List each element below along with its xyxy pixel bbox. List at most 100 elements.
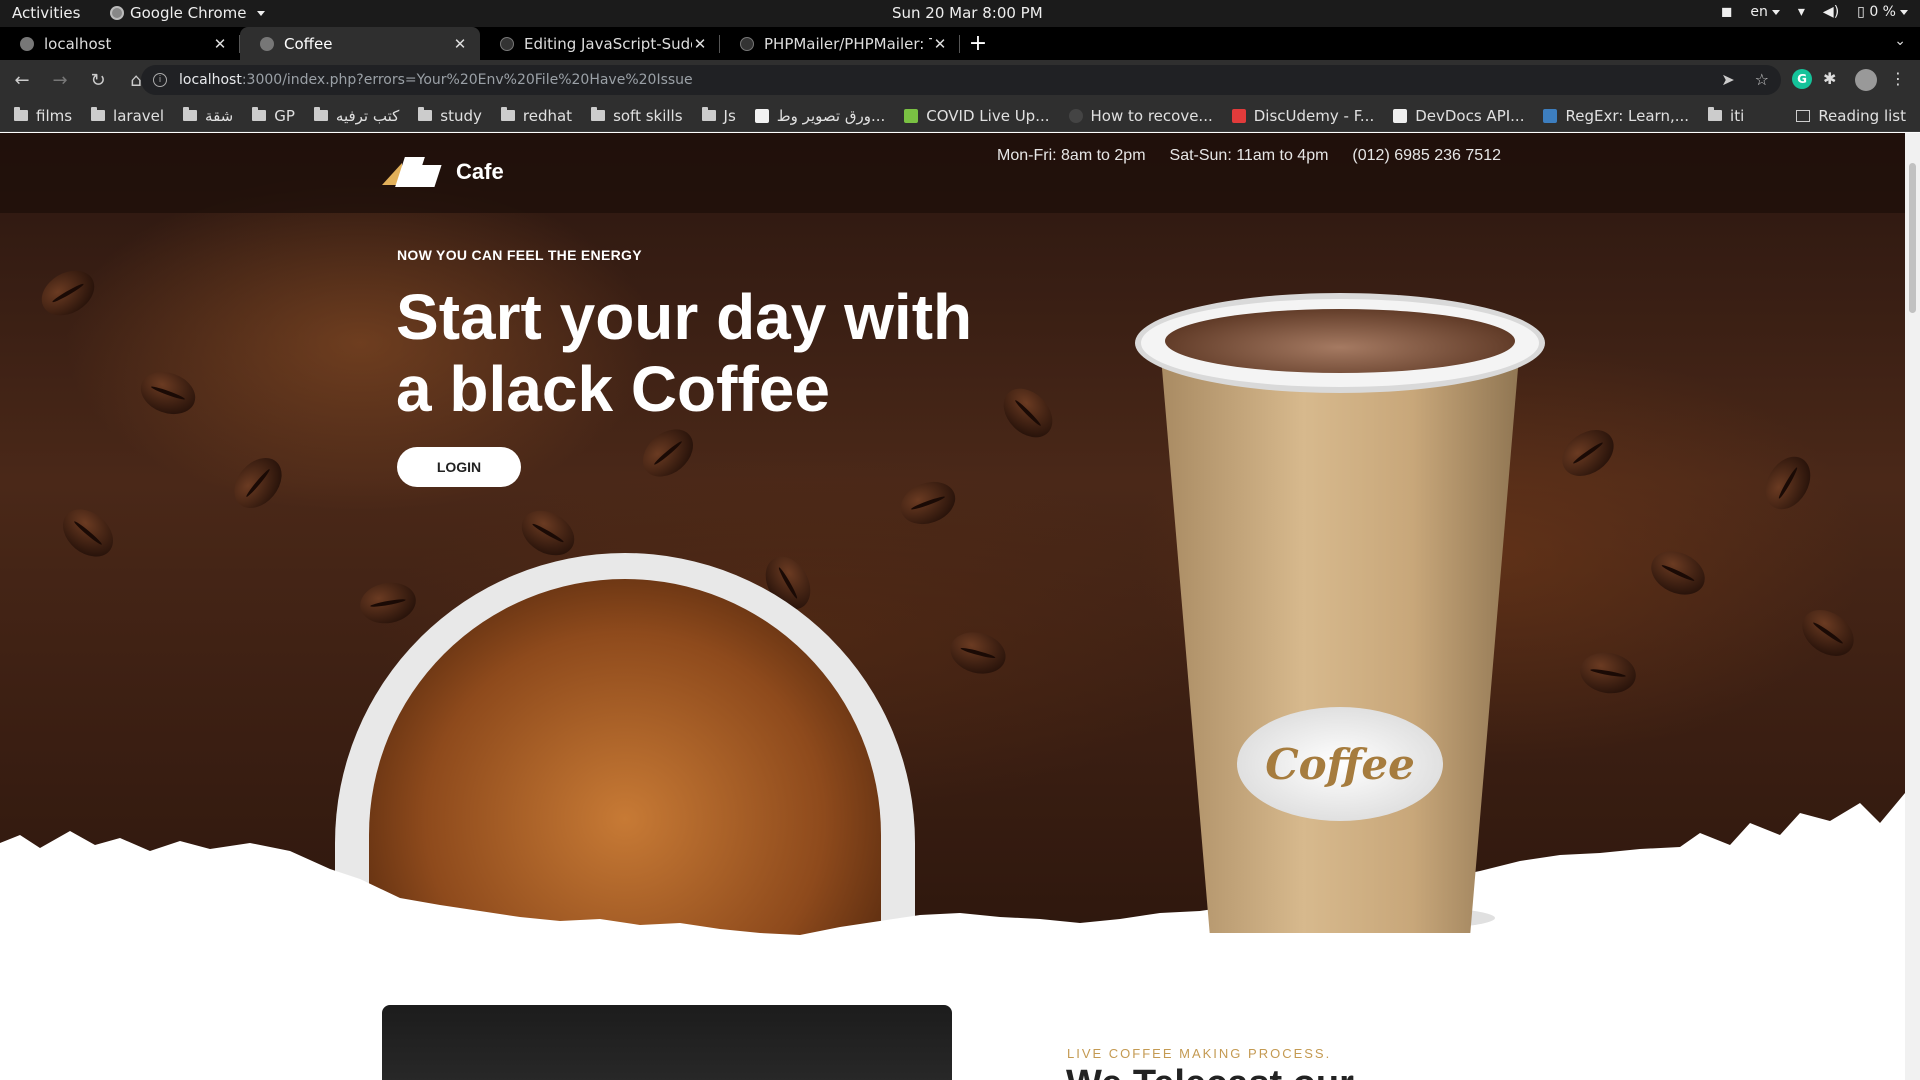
tab-title: PHPMailer/PHPMailer: Th bbox=[764, 34, 932, 53]
bookmark-iti[interactable]: iti bbox=[1708, 107, 1744, 125]
bookmark-soft-skills[interactable]: soft skills bbox=[591, 107, 683, 125]
extensions-icon[interactable]: ✱ bbox=[1823, 69, 1836, 88]
folder-icon bbox=[591, 107, 606, 121]
close-icon[interactable]: ✕ bbox=[932, 35, 948, 53]
coffee-bean-image bbox=[1553, 420, 1623, 486]
header-info: Mon-Fri: 8am to 2pm Sat-Sun: 11am to 4pm… bbox=[997, 147, 1501, 165]
reload-icon[interactable]: ↻ bbox=[82, 64, 114, 96]
regexr-icon bbox=[1543, 108, 1558, 123]
bookmark-js[interactable]: Js bbox=[701, 107, 736, 125]
amazon-icon bbox=[754, 108, 769, 123]
hero-headline: Start your day with a black Coffee bbox=[396, 281, 1096, 425]
bookmark-how-to-recover[interactable]: How to recove... bbox=[1068, 107, 1213, 125]
hours-weekdays: Mon-Fri: 8am to 2pm bbox=[997, 147, 1146, 164]
logo-text: Cafe bbox=[456, 159, 504, 184]
coffee-bean-image bbox=[633, 419, 703, 487]
coffee-bean-image bbox=[513, 501, 583, 565]
tab-title: localhost bbox=[44, 34, 112, 53]
bookmark-devdocs[interactable]: DevDocs API... bbox=[1393, 107, 1524, 125]
chevron-down-icon bbox=[1771, 9, 1780, 15]
tab-search-icon[interactable]: ⌄ bbox=[1894, 33, 1906, 49]
tab-editing-javascript-sudoku[interactable]: Editing JavaScript-Sudoku ✕ bbox=[480, 27, 720, 60]
wifi-icon: ▾ bbox=[1797, 4, 1805, 20]
headline-line-2: a black Coffee bbox=[396, 353, 830, 425]
bookmark-study[interactable]: study bbox=[418, 107, 482, 125]
back-icon[interactable]: ← bbox=[6, 64, 38, 96]
video-thumbnail[interactable] bbox=[382, 1005, 952, 1080]
bookmark-laravel[interactable]: laravel bbox=[91, 107, 164, 125]
site-logo[interactable]: Cafe bbox=[382, 157, 504, 187]
folder-icon bbox=[500, 107, 515, 121]
star-icon[interactable]: ☆ bbox=[1755, 70, 1769, 89]
chevron-down-icon bbox=[1900, 9, 1908, 15]
app-name: Google Chrome bbox=[130, 4, 247, 22]
chrome-icon bbox=[110, 6, 124, 20]
battery-icon: ▯ bbox=[1857, 4, 1865, 20]
tab-localhost[interactable]: localhost ✕ bbox=[0, 27, 240, 60]
covid-icon bbox=[904, 108, 919, 123]
bookmark-covid-live[interactable]: COVID Live Up... bbox=[904, 107, 1050, 125]
bookmark-printing-paper[interactable]: ورق تصوير وط... bbox=[754, 107, 885, 125]
torn-paper-divider bbox=[0, 793, 1905, 1013]
bookmark-discudemy[interactable]: DiscUdemy - F... bbox=[1231, 107, 1374, 125]
bookmark-redhat[interactable]: redhat bbox=[500, 107, 572, 125]
bookmark-gp[interactable]: GP bbox=[252, 107, 295, 125]
tab-phpmailer[interactable]: PHPMailer/PHPMailer: Th ✕ bbox=[720, 27, 960, 60]
folder-icon bbox=[1708, 107, 1723, 121]
activities-button[interactable]: Activities bbox=[12, 4, 80, 22]
tab-title: Editing JavaScript-Sudoku bbox=[524, 34, 692, 53]
github-icon bbox=[500, 36, 514, 51]
coffee-bean-image bbox=[945, 626, 1011, 680]
coffee-bean-image bbox=[1756, 448, 1820, 518]
bookmark-fun-books[interactable]: كتب ترفيه bbox=[313, 107, 399, 125]
coffee-cup-image: Coffee bbox=[1135, 293, 1545, 933]
grammarly-icon[interactable]: G bbox=[1792, 69, 1812, 89]
tab-coffee[interactable]: Coffee ✕ bbox=[240, 27, 480, 60]
language-indicator[interactable]: en bbox=[1750, 4, 1780, 20]
profile-avatar[interactable] bbox=[1855, 69, 1877, 91]
folder-icon bbox=[183, 107, 198, 121]
info-icon[interactable]: i bbox=[153, 73, 167, 87]
discudemy-icon bbox=[1231, 108, 1246, 123]
bookmark-regexr[interactable]: RegExr: Learn,... bbox=[1543, 107, 1689, 125]
gamepad-icon: ◼ bbox=[1720, 4, 1733, 20]
system-tray[interactable]: ◼ en ▾ ◀) ▯ 0 % bbox=[1721, 4, 1908, 20]
globe-icon bbox=[20, 36, 34, 51]
close-icon[interactable]: ✕ bbox=[452, 35, 468, 53]
coffee-bean-image bbox=[1644, 543, 1712, 603]
folder-icon bbox=[252, 107, 267, 121]
tab-strip: localhost ✕ Coffee ✕ Editing JavaScript-… bbox=[0, 27, 1920, 60]
folder-icon bbox=[14, 107, 28, 121]
app-menu[interactable]: Google Chrome bbox=[110, 4, 265, 22]
new-tab-button[interactable]: + bbox=[960, 27, 996, 60]
cup-coffee-surface bbox=[1165, 309, 1515, 373]
page-scrollbar[interactable] bbox=[1905, 133, 1920, 1080]
page-viewport: Coffee Cafe Mon-Fri: 8am to 2pm Sat-Sun:… bbox=[0, 133, 1905, 1080]
browser-toolbar: ← → ↻ ⌂ i localhost:3000/index.php?error… bbox=[0, 60, 1920, 100]
headline-line-1: Start your day with bbox=[396, 281, 973, 353]
devdocs-icon bbox=[1393, 108, 1408, 123]
globe-icon bbox=[260, 36, 274, 51]
scrollbar-thumb[interactable] bbox=[1909, 163, 1916, 313]
bookmarks-bar: films laravel شقة GP كتب ترفيه study red… bbox=[0, 100, 1920, 132]
reading-list-icon bbox=[1796, 110, 1811, 122]
section-eyebrow: LIVE COFFEE MAKING PROCESS. bbox=[1067, 1046, 1332, 1061]
coffee-bean-image bbox=[53, 499, 123, 567]
close-icon[interactable]: ✕ bbox=[212, 35, 228, 53]
close-icon[interactable]: ✕ bbox=[692, 35, 708, 53]
cup-label: Coffee bbox=[1237, 707, 1443, 821]
reading-list-button[interactable]: Reading list bbox=[1796, 107, 1906, 125]
address-bar[interactable]: i localhost:3000/index.php?errors=Your%2… bbox=[141, 65, 1781, 95]
bookmark-apartment[interactable]: شقة bbox=[183, 107, 233, 125]
github-icon bbox=[1068, 108, 1083, 123]
kebab-menu-icon[interactable]: ⋮ bbox=[1890, 69, 1906, 88]
clock[interactable]: Sun 20 Mar 8:00 PM bbox=[892, 4, 1043, 22]
github-icon bbox=[740, 36, 754, 51]
send-icon[interactable]: ➤ bbox=[1721, 70, 1734, 89]
phone-number[interactable]: (012) 6985 236 7512 bbox=[1352, 147, 1501, 165]
coffee-bean-image bbox=[1793, 600, 1863, 666]
forward-icon[interactable]: → bbox=[44, 64, 76, 96]
bookmark-films[interactable]: films bbox=[14, 107, 72, 125]
login-button[interactable]: LOGIN bbox=[397, 447, 521, 487]
cup-body bbox=[1159, 333, 1521, 933]
